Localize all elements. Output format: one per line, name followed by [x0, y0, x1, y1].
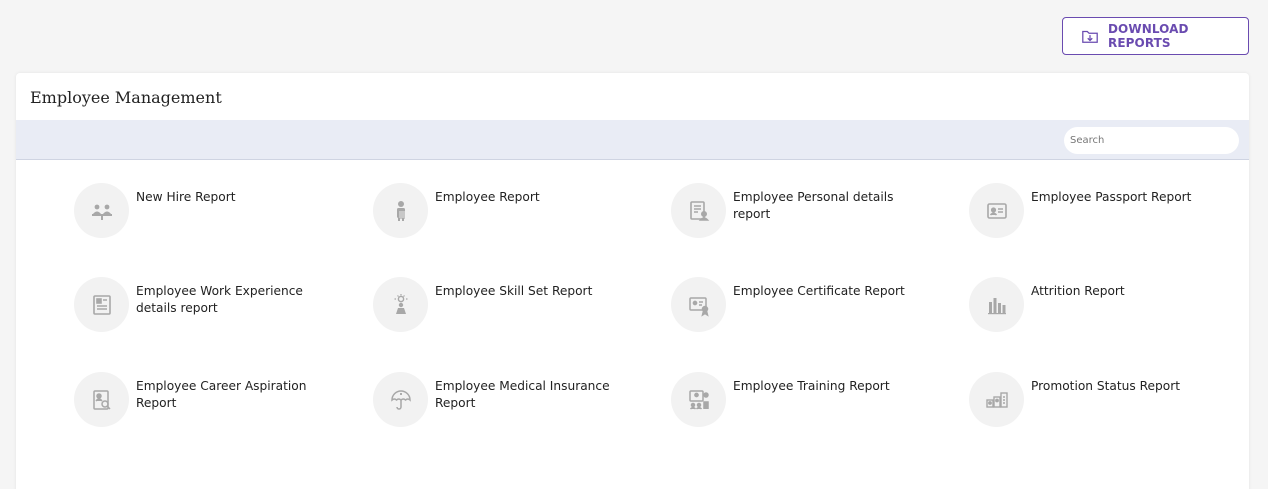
- report-work-experience[interactable]: Employee Work Experience details report: [74, 277, 316, 332]
- report-label: New Hire Report: [136, 190, 236, 204]
- certificate-icon: [671, 277, 726, 332]
- report-label: Employee Passport Report: [1031, 190, 1192, 204]
- report-label: Employee Personal details report: [733, 190, 894, 221]
- card-title: Employee Management: [30, 88, 222, 107]
- report-new-hire[interactable]: New Hire Report: [74, 183, 316, 238]
- promotion-status-icon: [969, 372, 1024, 427]
- skill-set-icon: [373, 277, 428, 332]
- report-promotion-status[interactable]: Promotion Status Report: [969, 372, 1211, 427]
- folder-download-icon: [1081, 27, 1099, 45]
- download-reports-label: DOWNLOAD REPORTS: [1108, 22, 1189, 50]
- personal-details-icon: [671, 183, 726, 238]
- report-passport[interactable]: Employee Passport Report: [969, 183, 1211, 238]
- employee-management-card: Employee Management New Hire Report Empl…: [16, 73, 1249, 489]
- search-bar: [16, 120, 1249, 160]
- report-employee[interactable]: Employee Report: [373, 183, 615, 238]
- report-label: Employee Medical Insurance Report: [435, 379, 610, 410]
- career-aspiration-icon: [74, 372, 129, 427]
- report-label: Promotion Status Report: [1031, 379, 1180, 393]
- report-career-aspiration[interactable]: Employee Career Aspiration Report: [74, 372, 316, 427]
- new-hire-icon: [74, 183, 129, 238]
- report-label: Employee Work Experience details report: [136, 284, 303, 315]
- report-certificate[interactable]: Employee Certificate Report: [671, 277, 913, 332]
- employee-icon: [373, 183, 428, 238]
- report-label: Employee Training Report: [733, 379, 890, 393]
- report-label: Employee Report: [435, 190, 540, 204]
- attrition-chart-icon: [969, 277, 1024, 332]
- report-label: Employee Certificate Report: [733, 284, 905, 298]
- work-experience-icon: [74, 277, 129, 332]
- report-medical-insurance[interactable]: Employee Medical Insurance Report: [373, 372, 615, 427]
- report-label: Employee Skill Set Report: [435, 284, 593, 298]
- search-input[interactable]: [1064, 127, 1239, 154]
- download-reports-button[interactable]: DOWNLOAD REPORTS: [1062, 17, 1249, 55]
- passport-icon: [969, 183, 1024, 238]
- report-personal-details[interactable]: Employee Personal details report: [671, 183, 913, 238]
- report-attrition[interactable]: Attrition Report: [969, 277, 1211, 332]
- report-training[interactable]: Employee Training Report: [671, 372, 913, 427]
- training-icon: [671, 372, 726, 427]
- medical-insurance-icon: [373, 372, 428, 427]
- report-skill-set[interactable]: Employee Skill Set Report: [373, 277, 615, 332]
- report-label: Employee Career Aspiration Report: [136, 379, 307, 410]
- report-label: Attrition Report: [1031, 284, 1125, 298]
